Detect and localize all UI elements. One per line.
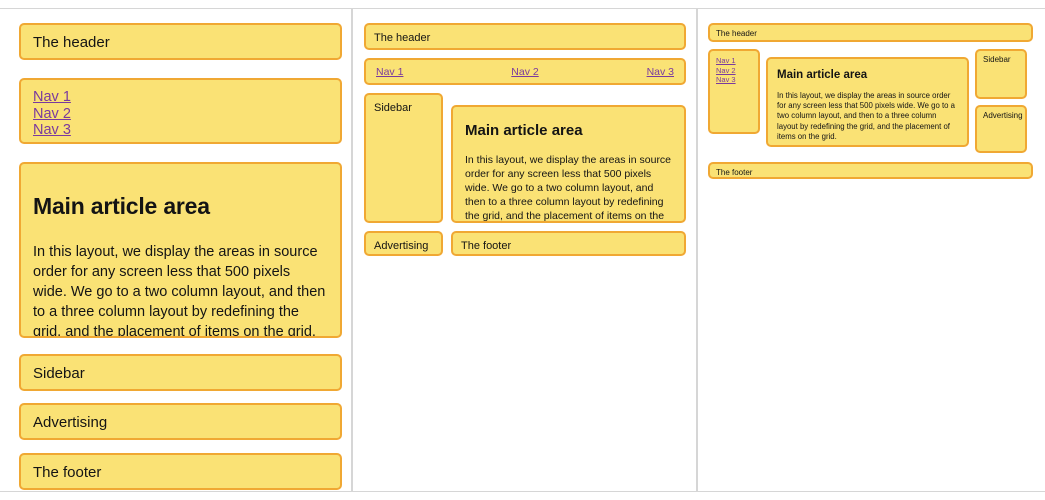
main-article-body: In this layout, we display the areas in … [33, 244, 326, 338]
nav-link-3[interactable]: Nav 3 [647, 66, 674, 78]
nav-link-3[interactable]: Nav 3 [33, 122, 340, 139]
region-sidebar: Sidebar [364, 93, 443, 223]
region-main-article: Main article area In this layout, we dis… [766, 57, 969, 147]
panel-two-column-layout: The header Nav 1 Nav 2 Nav 3 Sidebar Mai… [352, 8, 697, 492]
main-article-heading: Main article area [33, 193, 210, 219]
footer-label: The footer [33, 464, 102, 481]
region-sidebar: Sidebar [975, 49, 1027, 99]
region-header: The header [364, 23, 686, 50]
nav-link-1[interactable]: Nav 1 [376, 66, 403, 78]
sidebar-label: Sidebar [374, 102, 412, 114]
region-footer: The footer [451, 231, 686, 256]
header-label: The header [33, 34, 110, 51]
advertising-label: Advertising [983, 111, 1023, 120]
footer-label: The footer [461, 240, 512, 252]
nav-link-3[interactable]: Nav 3 [716, 75, 758, 85]
region-main-article: Main article area In this layout, we dis… [451, 105, 686, 223]
advertising-label: Advertising [374, 240, 429, 252]
sidebar-label: Sidebar [983, 55, 1011, 64]
region-header: The header [708, 23, 1033, 42]
region-header: The header [19, 23, 342, 60]
nav-link-1[interactable]: Nav 1 [33, 89, 340, 106]
responsive-grid-layout-demo: The header Nav 1 Nav 2 Nav 3 Main articl… [0, 0, 1045, 500]
nav-link-2[interactable]: Nav 2 [33, 106, 340, 123]
main-article-heading: Main article area [777, 69, 868, 81]
nav-link-1[interactable]: Nav 1 [716, 56, 758, 66]
region-footer: The footer [19, 453, 342, 490]
main-article-heading: Main article area [465, 122, 583, 139]
region-nav: Nav 1 Nav 2 Nav 3 [708, 49, 760, 134]
region-advertising: Advertising [364, 231, 443, 256]
region-main-article: Main article area In this layout, we dis… [19, 162, 342, 338]
nav-link-2[interactable]: Nav 2 [716, 66, 758, 76]
footer-label: The footer [716, 168, 753, 177]
region-advertising: Advertising [19, 403, 342, 440]
nav-link-2[interactable]: Nav 2 [511, 66, 538, 78]
region-nav: Nav 1 Nav 2 Nav 3 [19, 78, 342, 144]
panel-three-column-layout: The header Nav 1 Nav 2 Nav 3 Main articl… [697, 8, 1045, 492]
panel-single-column-layout: The header Nav 1 Nav 2 Nav 3 Main articl… [0, 8, 352, 492]
region-nav: Nav 1 Nav 2 Nav 3 [364, 58, 686, 85]
main-article-body: In this layout, we display the areas in … [777, 91, 955, 141]
region-advertising: Advertising [975, 105, 1027, 153]
main-article-body: In this layout, we display the areas in … [465, 154, 672, 222]
header-label: The header [716, 29, 757, 38]
region-sidebar: Sidebar [19, 354, 342, 391]
advertising-label: Advertising [33, 414, 108, 431]
region-footer: The footer [708, 162, 1033, 179]
sidebar-label: Sidebar [33, 365, 85, 382]
header-label: The header [374, 32, 431, 44]
